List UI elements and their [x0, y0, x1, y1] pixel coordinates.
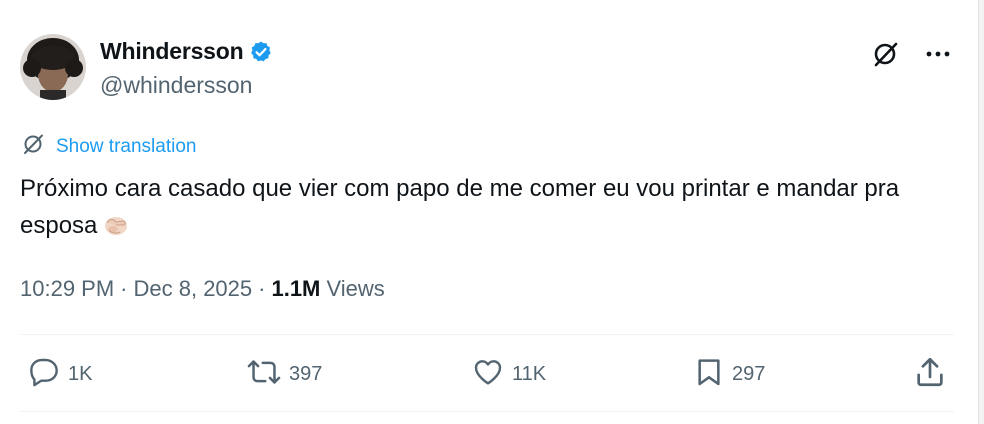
bookmark-button[interactable]: 297	[694, 352, 765, 396]
divider	[20, 334, 954, 335]
repost-count: 397	[289, 362, 323, 385]
tweet-date[interactable]: Dec 8, 2025	[134, 276, 253, 302]
repost-button[interactable]: 397	[247, 352, 322, 396]
show-translation-link[interactable]: Show translation	[22, 132, 196, 161]
pointing-emoji-icon	[101, 209, 131, 239]
reply-count: 1K	[68, 362, 93, 385]
author-name-row[interactable]: Whindersson	[100, 38, 273, 65]
views[interactable]: 1.1M Views	[271, 276, 384, 302]
translate-icon	[22, 132, 46, 161]
tweet-text: Próximo cara casado que vier com papo de…	[20, 170, 920, 244]
share-button[interactable]	[913, 352, 947, 396]
views-count: 1.1M	[271, 276, 321, 301]
views-label: Views	[326, 276, 385, 301]
show-translation-label: Show translation	[56, 135, 197, 157]
meta-separator: ·	[258, 276, 266, 301]
reply-button[interactable]: 1K	[28, 352, 92, 396]
like-button[interactable]: 11K	[472, 352, 546, 396]
more-icon[interactable]	[922, 38, 954, 70]
action-bar: 1K 397 11K 297	[0, 352, 984, 396]
top-actions	[870, 38, 954, 70]
author-handle[interactable]: @whindersson	[100, 72, 252, 99]
repost-icon	[247, 356, 281, 393]
tweet-meta: 10:29 PM · Dec 8, 2025 · 1.1M Views	[20, 276, 385, 302]
reply-icon	[28, 356, 60, 393]
meta-separator: ·	[120, 276, 128, 301]
like-count: 11K	[512, 362, 547, 385]
grok-icon[interactable]	[870, 38, 902, 70]
bookmark-icon	[694, 356, 724, 393]
verified-icon	[249, 40, 273, 64]
bookmark-count: 297	[732, 362, 766, 385]
tweet-body: Próximo cara casado que vier com papo de…	[20, 175, 900, 239]
like-icon	[472, 356, 504, 393]
divider	[20, 411, 954, 412]
tweet-time[interactable]: 10:29 PM	[20, 276, 114, 302]
display-name[interactable]: Whindersson	[100, 38, 244, 65]
avatar[interactable]	[20, 34, 86, 100]
share-icon	[913, 355, 947, 394]
